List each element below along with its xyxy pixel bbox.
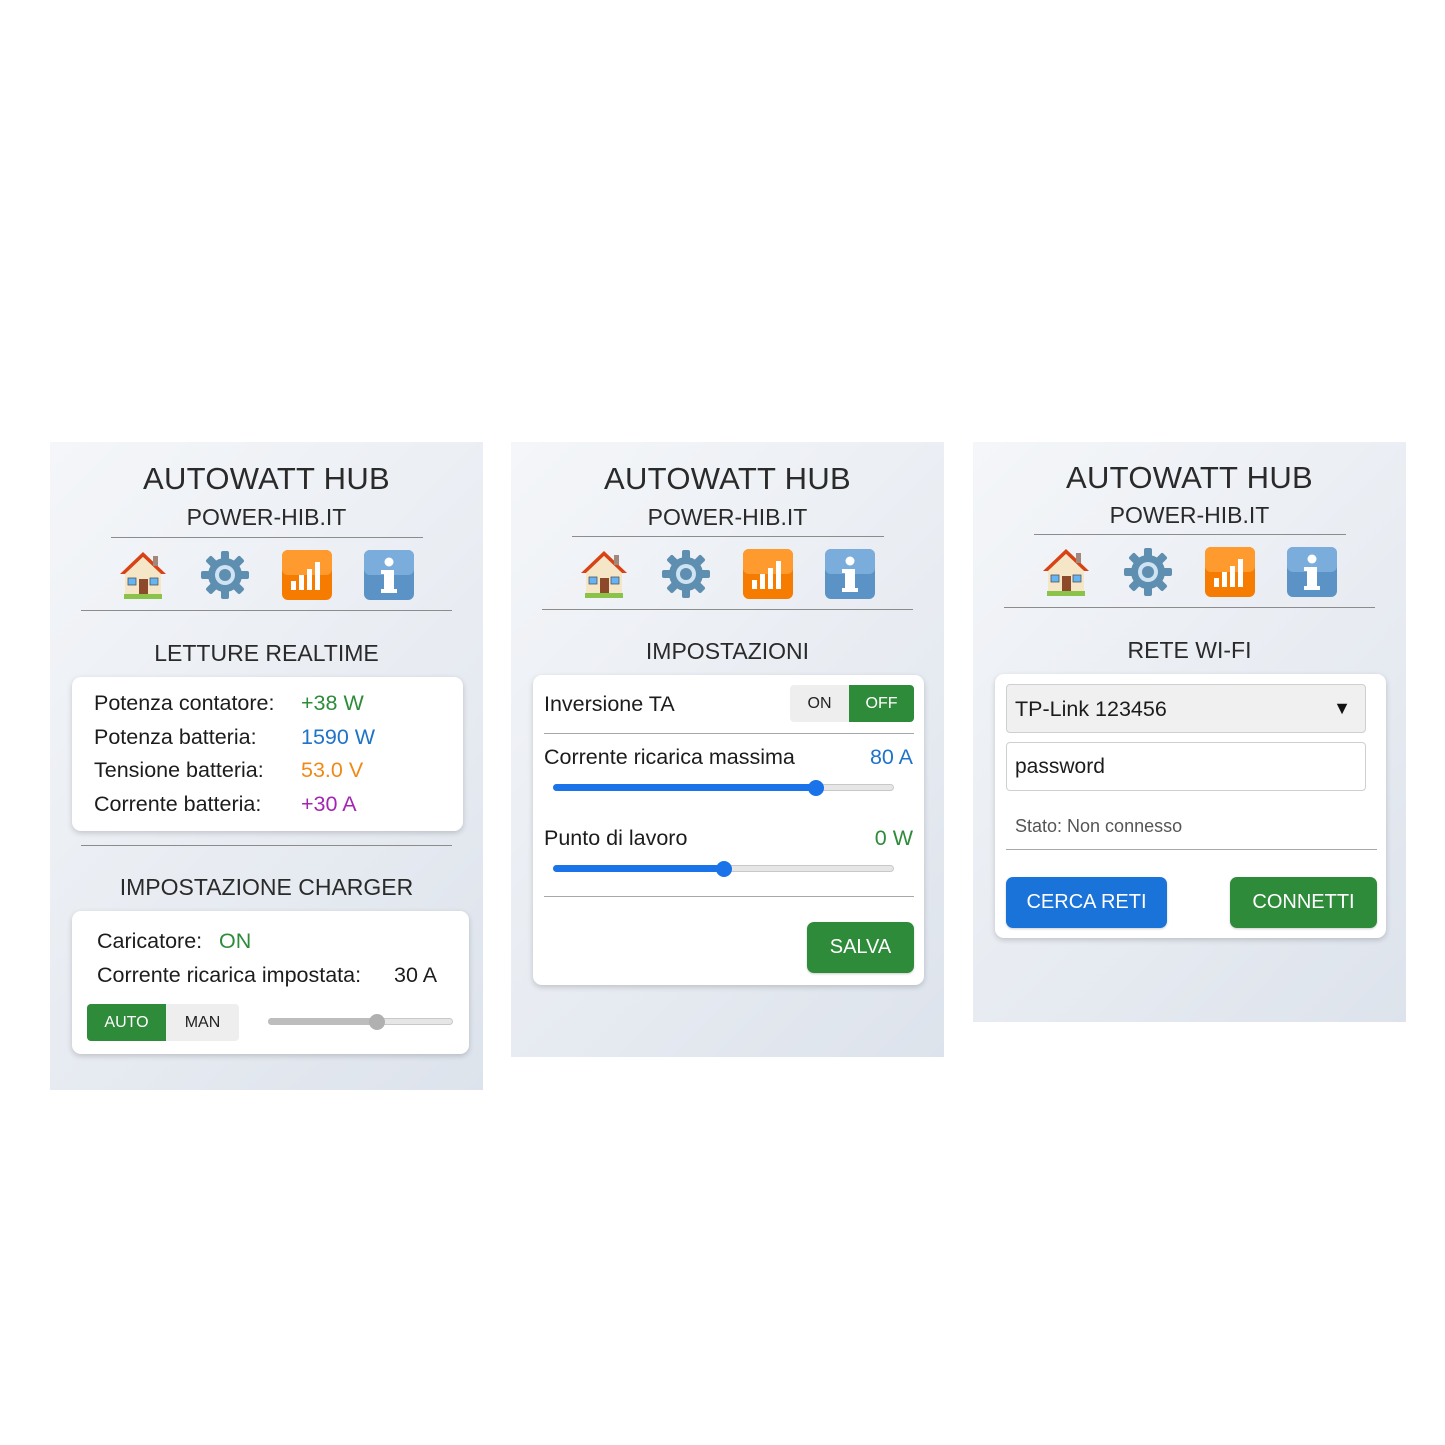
inversion-off-button[interactable]: OFF <box>849 685 914 722</box>
row-divider <box>544 733 914 734</box>
gear-icon[interactable] <box>198 548 252 602</box>
nav-divider <box>542 609 913 610</box>
save-button[interactable]: SALVA <box>807 922 914 973</box>
chevron-down-icon: ▼ <box>1333 698 1351 718</box>
workpoint-slider[interactable] <box>553 860 894 878</box>
slider-thumb[interactable] <box>715 861 732 877</box>
signal-bars-icon[interactable] <box>741 547 795 601</box>
battery-voltage-value: 53.0 V <box>301 758 364 782</box>
app-title: AUTOWATT HUB <box>142 461 390 496</box>
slider-fill <box>553 784 816 791</box>
connection-status: Stato: Non connesso <box>1015 816 1183 836</box>
info-icon[interactable] <box>1285 545 1339 599</box>
charger-current-slider[interactable] <box>268 1013 453 1031</box>
max-current-slider[interactable] <box>553 779 894 797</box>
charger-status-label: Caricatore: <box>97 929 203 953</box>
slider-thumb[interactable] <box>807 780 824 796</box>
gear-icon[interactable] <box>1121 545 1175 599</box>
charger-section-title: IMPOSTAZIONE CHARGER <box>119 874 414 900</box>
header-divider <box>1034 534 1346 535</box>
scan-networks-button[interactable]: CERCA RETI <box>1006 877 1167 928</box>
charger-card: Caricatore: ON Corrente ricarica imposta… <box>72 911 469 1054</box>
slider-fill <box>268 1018 378 1025</box>
password-field[interactable] <box>1006 742 1366 791</box>
signal-bars-icon[interactable] <box>280 548 334 602</box>
max-current-value: 80 A <box>869 745 913 769</box>
nav-divider <box>1004 607 1375 608</box>
house-icon[interactable] <box>116 548 170 602</box>
house-icon[interactable] <box>1039 545 1093 599</box>
inversion-toggle: ON OFF <box>790 685 914 722</box>
app-subtitle: POWER-HIB.IT <box>186 504 347 530</box>
slider-fill <box>553 865 724 872</box>
nav-bar <box>577 547 877 601</box>
signal-bars-icon[interactable] <box>1203 545 1257 599</box>
charger-status-value: ON <box>219 929 252 953</box>
row-divider <box>544 896 914 897</box>
info-icon[interactable] <box>362 548 416 602</box>
nav-bar <box>116 548 416 602</box>
app-title: AUTOWATT HUB <box>1065 460 1313 495</box>
section-divider <box>81 845 452 846</box>
settings-panel: AUTOWATT HUB POWER-HIB.IT IMPOSTAZIONI I… <box>511 442 944 1057</box>
battery-power-label: Potenza batteria: <box>94 725 257 749</box>
app-title: AUTOWATT HUB <box>603 461 851 496</box>
network-select[interactable]: TP-Link 123456 ▼ <box>1006 684 1366 733</box>
realtime-panel: AUTOWATT HUB POWER-HIB.IT LETTURE REALTI… <box>50 442 483 1090</box>
battery-current-value: +30 A <box>301 792 357 816</box>
battery-current-label: Corrente batteria: <box>94 792 262 816</box>
wifi-section-title: RETE WI-FI <box>1127 637 1252 663</box>
connect-button[interactable]: CONNETTI <box>1230 877 1377 928</box>
realtime-section-title: LETTURE REALTIME <box>154 640 379 666</box>
inversion-label: Inversione TA <box>544 692 675 716</box>
charger-mode-toggle: AUTO MAN <box>87 1004 239 1041</box>
network-select-value: TP-Link 123456 <box>1015 697 1167 721</box>
charger-current-value: 30 A <box>394 963 438 987</box>
house-icon[interactable] <box>577 547 631 601</box>
inversion-on-button[interactable]: ON <box>790 685 849 722</box>
charger-current-label: Corrente ricarica impostata: <box>97 963 362 987</box>
header-divider <box>572 536 884 537</box>
info-icon[interactable] <box>823 547 877 601</box>
status-divider <box>1006 849 1377 850</box>
nav-divider <box>81 610 452 611</box>
battery-voltage-label: Tensione batteria: <box>94 758 264 782</box>
gear-icon[interactable] <box>659 547 713 601</box>
max-current-label: Corrente ricarica massima <box>544 745 795 769</box>
battery-power-value: 1590 W <box>301 725 376 749</box>
slider-thumb[interactable] <box>369 1014 386 1030</box>
header-divider <box>111 537 423 538</box>
settings-section-title: IMPOSTAZIONI <box>645 638 810 664</box>
workpoint-label: Punto di lavoro <box>544 826 688 850</box>
app-subtitle: POWER-HIB.IT <box>1109 502 1270 528</box>
wifi-card: TP-Link 123456 ▼ Stato: Non connesso CER… <box>995 674 1386 938</box>
nav-bar <box>1039 545 1339 599</box>
meter-power-label: Potenza contatore: <box>94 691 275 715</box>
app-subtitle: POWER-HIB.IT <box>647 504 808 530</box>
wifi-panel: AUTOWATT HUB POWER-HIB.IT RETE WI-FI TP-… <box>973 442 1406 1022</box>
mode-auto-button[interactable]: AUTO <box>87 1004 166 1041</box>
mode-man-button[interactable]: MAN <box>166 1004 239 1041</box>
settings-card: Inversione TA ON OFF Corrente ricarica m… <box>533 675 924 985</box>
realtime-card: Potenza contatore: +38 W Potenza batteri… <box>72 677 463 831</box>
meter-power-value: +38 W <box>301 691 364 715</box>
workpoint-value: 0 W <box>874 826 913 850</box>
